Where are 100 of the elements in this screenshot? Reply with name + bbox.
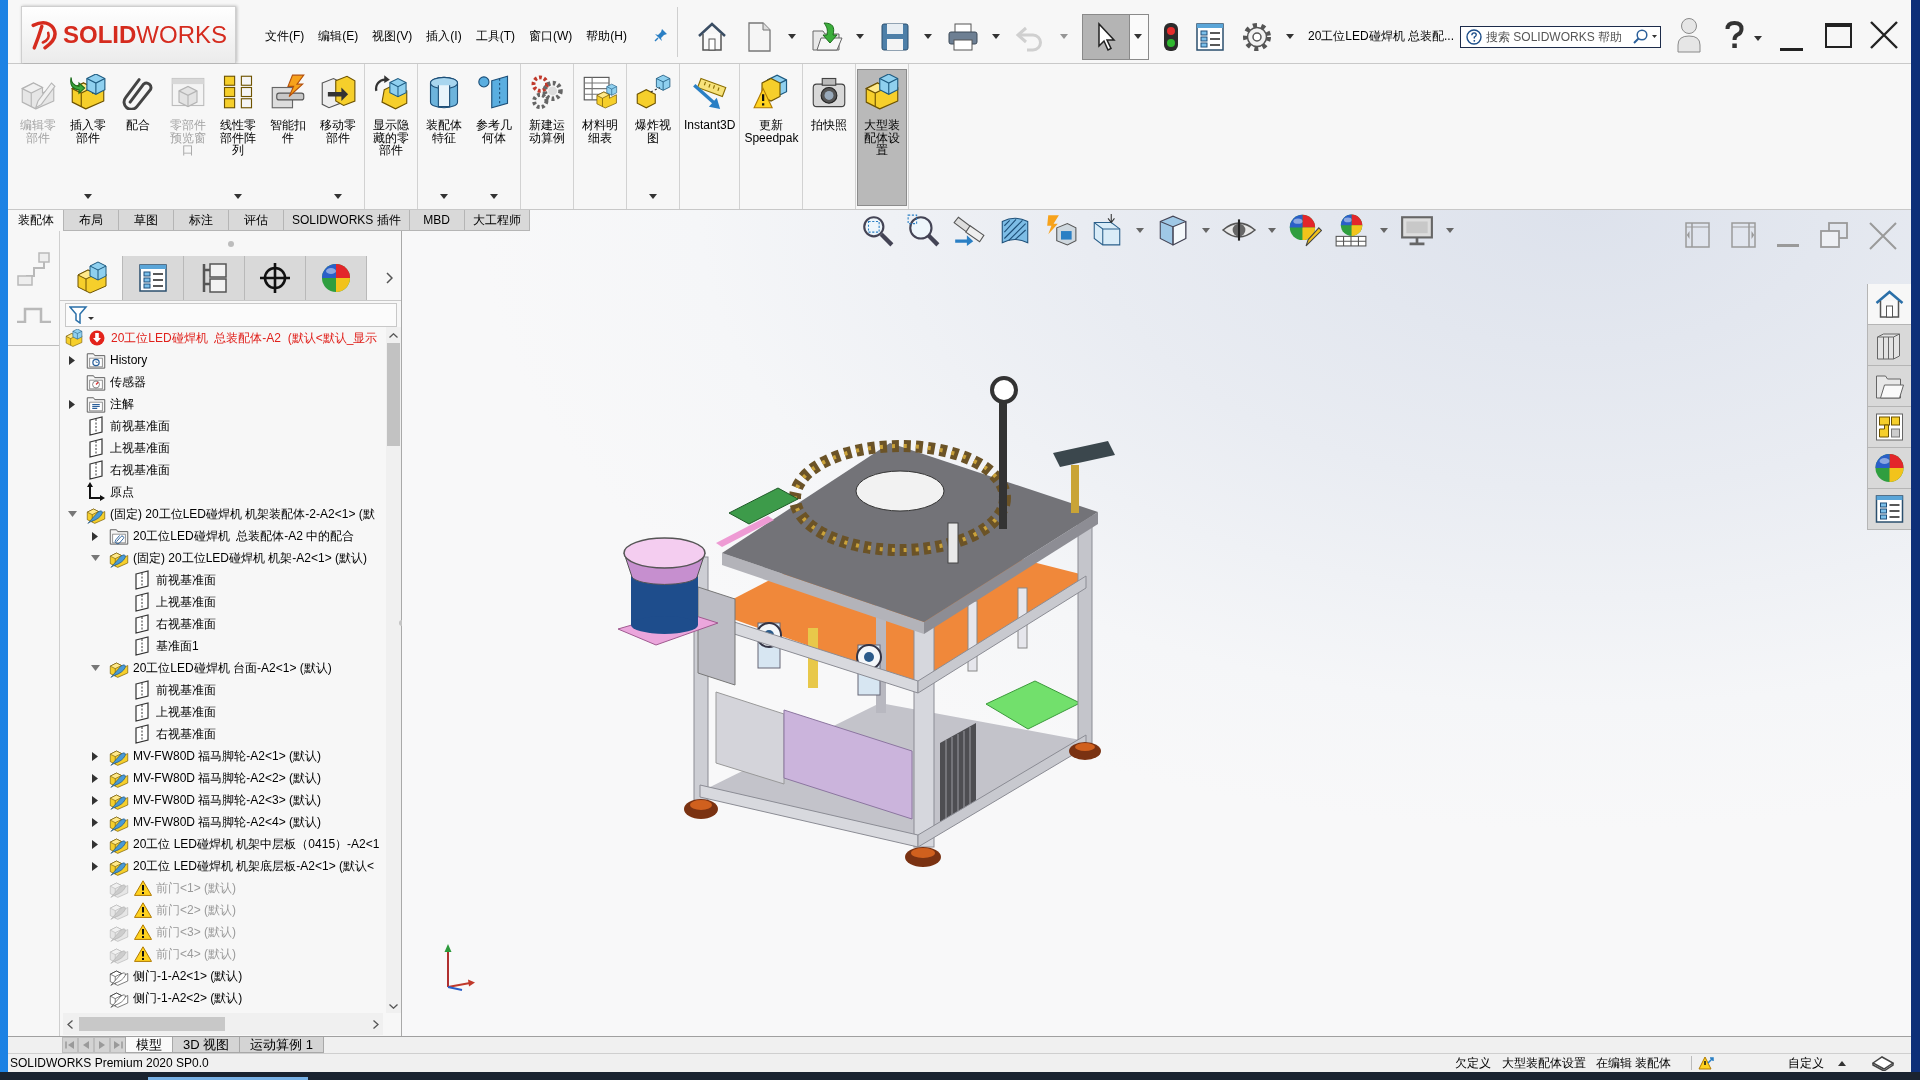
tree-item[interactable]: (固定) 20工位LED碰焊机 机架装配体-2-A2<1> (默 [110, 505, 375, 523]
caret-down-icon[interactable] [1754, 35, 1762, 41]
caret-right-icon[interactable] [92, 531, 98, 541]
tree-item[interactable]: 侧门-1-A2<2> (默认) [133, 989, 243, 1007]
vertical-scrollbar[interactable] [386, 327, 401, 1013]
tree-item[interactable]: 前视基准面 [110, 417, 170, 435]
ribbon-command[interactable]: 新建运动算例 [522, 69, 572, 206]
user-icon[interactable] [1677, 17, 1701, 53]
caret-right-icon[interactable] [92, 817, 98, 827]
maximize-icon[interactable] [1825, 22, 1852, 48]
tree-item[interactable]: 前视基准面 [156, 681, 216, 699]
zoom-area-icon[interactable] [906, 213, 940, 247]
tree-item[interactable]: 侧门-1-A2<1> (默认) [133, 967, 243, 985]
chevron-right-icon[interactable] [373, 1019, 379, 1029]
tree-item[interactable]: 右视基准面 [110, 461, 170, 479]
tree-item[interactable]: 右视基准面 [156, 725, 216, 743]
sheet-tab[interactable]: 3D 视图 [172, 1037, 241, 1053]
tree-item[interactable]: 原点 [110, 483, 134, 501]
layout-blocks-icon[interactable] [1868, 407, 1911, 448]
keyboard-icon[interactable] [1872, 1055, 1894, 1071]
tree-item[interactable]: 前视基准面 [156, 571, 216, 589]
ribbon-command[interactable]: 智能扣件 [263, 69, 313, 206]
command-tab[interactable]: 评估 [228, 210, 284, 231]
search-field[interactable]: 搜索 SOLIDWORKS 帮助 [1460, 25, 1661, 48]
scrollbar-thumb[interactable] [387, 343, 400, 446]
menu-item[interactable]: 文件(F) [258, 25, 312, 48]
caret-down-icon[interactable] [1652, 35, 1657, 38]
tree-item[interactable]: (固定) 20工位LED碰焊机 机架-A2<1> (默认) [133, 549, 368, 567]
open-button[interactable] [810, 19, 865, 54]
tree-item[interactable]: 上视基准面 [110, 439, 170, 457]
caret-right-icon[interactable] [69, 399, 75, 409]
caret-right-icon[interactable] [92, 795, 98, 805]
tree-item[interactable]: 右视基准面 [156, 615, 216, 633]
tree-item[interactable]: 20工位 LED碰焊机 机架中层板（0415）-A2<1 [133, 835, 380, 853]
command-tab[interactable]: 标注 [173, 210, 229, 231]
sphere-icon[interactable] [1868, 448, 1911, 489]
filter-field[interactable] [65, 303, 397, 327]
folder-icon[interactable] [1868, 366, 1911, 407]
ribbon-command[interactable]: 材料明细表 [575, 69, 625, 206]
sphere-checkerboard-icon[interactable] [1334, 213, 1368, 247]
zoom-to-fit-icon[interactable] [860, 213, 894, 247]
chevron-up-icon[interactable] [389, 333, 398, 338]
command-tab[interactable]: MBD [408, 210, 465, 231]
menu-item[interactable]: 视图(V) [365, 25, 420, 48]
crosshair-icon[interactable] [245, 256, 306, 300]
sphere-icon[interactable] [306, 256, 367, 300]
tree-item[interactable]: 20工位LED碰焊机 总装配体-A2 (默认<默认_显示 [111, 329, 378, 347]
ribbon-command[interactable]: 参考几何体 [469, 69, 519, 206]
tree-item[interactable]: 20工位 LED碰焊机 机架底层板-A2<1> (默认< [133, 857, 375, 875]
chevron-down-icon[interactable] [389, 1004, 398, 1009]
tree-item[interactable]: History [110, 353, 148, 367]
ribbon-command[interactable]: Instant3D [681, 69, 739, 206]
command-tab[interactable]: SOLIDWORKS 插件 [283, 210, 410, 231]
caret-right-icon[interactable] [92, 751, 98, 761]
ribbon-command[interactable]: 配合 [113, 69, 163, 206]
sheet-tab[interactable]: 模型 [125, 1037, 173, 1053]
minimize-icon[interactable] [1780, 47, 1803, 51]
chevron-left-icon[interactable] [67, 1019, 73, 1029]
ribbon-command[interactable]: 更新Speedpak [741, 69, 802, 206]
command-tab[interactable]: 大工程师 [463, 210, 530, 231]
resize-handle-icon[interactable] [227, 241, 234, 247]
caret-right-icon[interactable] [92, 861, 98, 871]
search-icon[interactable] [1633, 29, 1648, 44]
horizontal-scrollbar[interactable] [63, 1013, 383, 1035]
caret-right-icon[interactable] [69, 355, 75, 365]
tree-item[interactable]: 20工位LED碰焊机 总装配体-A2 中的配合 [133, 527, 355, 545]
select-button[interactable] [1082, 13, 1149, 60]
ribbon-command[interactable]: 移动零部件 [313, 69, 363, 206]
tree-item[interactable]: MV-FW80D 福马脚轮-A2<3> (默认) [133, 791, 322, 809]
caret-right-icon[interactable] [92, 839, 98, 849]
warning-arrow-icon[interactable] [1698, 1055, 1714, 1071]
tree-item[interactable]: 上视基准面 [156, 593, 216, 611]
tree-item[interactable]: 20工位LED碰焊机 台面-A2<1> (默认) [133, 659, 332, 677]
tree-item[interactable]: 注解 [110, 395, 134, 413]
scrollbar-thumb[interactable] [79, 1017, 225, 1031]
monitor-icon[interactable] [1400, 213, 1434, 247]
unit-system-selector[interactable]: 自定义 [1788, 1054, 1824, 1072]
ribbon-command[interactable]: 爆炸视图 [628, 69, 678, 206]
help-icon[interactable] [1725, 21, 1744, 49]
ribbon-command[interactable]: 装配体特征 [419, 69, 469, 206]
caret-up-icon[interactable] [1838, 1060, 1846, 1066]
ribbon-command[interactable]: 大型装配体设置 [857, 69, 908, 206]
sheet-tab[interactable]: 运动算例 1 [239, 1037, 325, 1053]
chevron-right-icon[interactable] [386, 272, 393, 284]
tree-item[interactable]: MV-FW80D 福马脚轮-A2<2> (默认) [133, 769, 322, 787]
sphere-pencil-icon[interactable] [1288, 213, 1322, 247]
command-tab[interactable]: 布局 [63, 210, 119, 231]
rebuild-button[interactable] [1162, 20, 1180, 53]
close-icon[interactable] [1870, 21, 1898, 49]
tree-item[interactable]: MV-FW80D 福马脚轮-A2<4> (默认) [133, 813, 322, 831]
pin-icon[interactable] [654, 28, 668, 42]
caret-right-icon[interactable] [92, 773, 98, 783]
property-list-icon[interactable] [123, 256, 184, 300]
ribbon-command[interactable]: 拍快照 [804, 69, 855, 206]
menu-item[interactable]: 插入(I) [419, 25, 469, 48]
command-tab[interactable]: 草图 [118, 210, 174, 231]
menu-item[interactable]: 窗口(W) [522, 25, 580, 48]
tree-item[interactable]: 传感器 [110, 373, 146, 391]
menu-item[interactable]: 帮助(H) [579, 25, 634, 48]
menu-item[interactable]: 编辑(E) [311, 25, 366, 48]
